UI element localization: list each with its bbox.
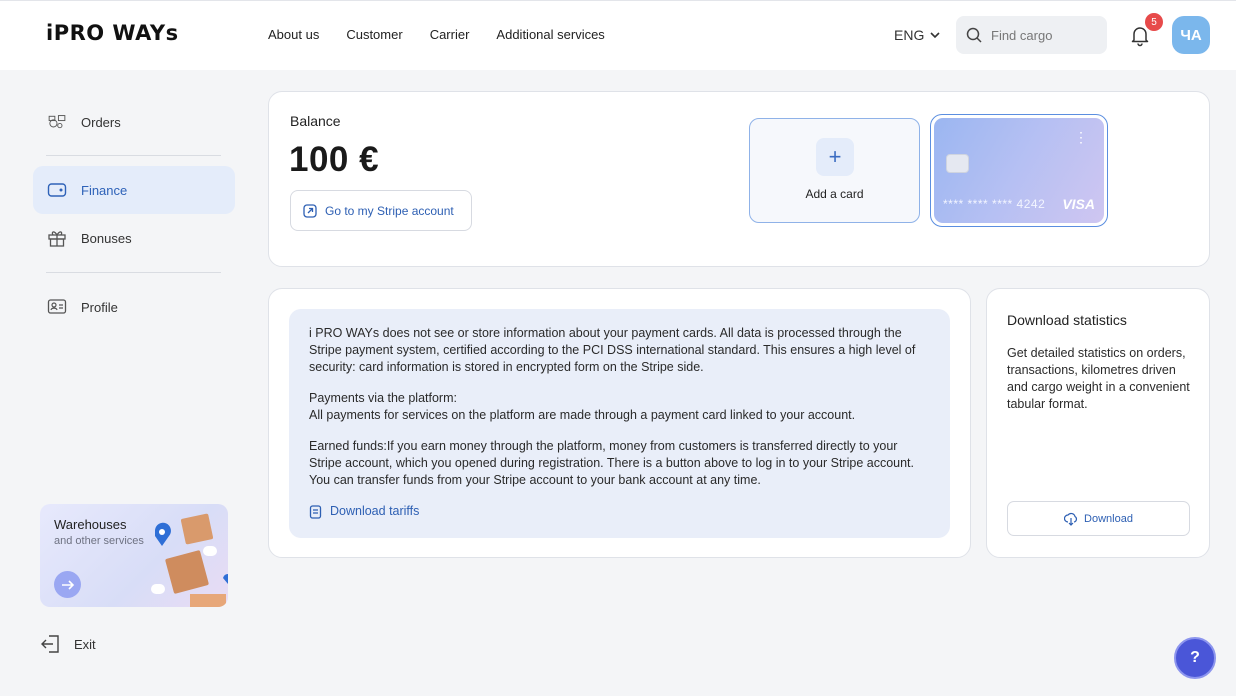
arrow-right-icon [54,571,81,598]
logo[interactable]: iPRO WAYs [46,21,179,45]
exit-label: Exit [74,636,96,652]
wallet-icon [47,180,67,200]
notification-badge: 5 [1145,13,1163,31]
payment-info-card: i PRO WAYs does not see or store informa… [268,288,971,558]
nav-about-us[interactable]: About us [268,27,319,42]
chevron-down-icon [930,32,940,39]
main-nav: About us Customer Carrier Additional ser… [268,27,605,42]
download-label: Download [1084,512,1133,525]
add-card-label: Add a card [805,187,864,201]
stripe-account-button[interactable]: Go to my Stripe account [290,190,472,231]
sidebar-item-label: Profile [81,299,118,315]
search-input[interactable] [991,27,1101,43]
card-face: ⋮ **** **** **** 4242 VISA [934,118,1104,223]
info-heading: Payments via the platform: [309,391,457,405]
info-paragraph: Earned funds:If you earn money through t… [309,439,914,487]
search-box [956,16,1107,54]
add-card-button[interactable]: + Add a card [749,118,920,223]
sidebar-item-orders[interactable]: Orders [33,98,235,146]
balance-value: 100 € [289,140,380,179]
download-statistics-button[interactable]: Download [1007,501,1190,536]
plus-icon: + [816,138,854,176]
language-label: ENG [894,27,925,43]
balance-card: Balance 100 € Go to my Stripe account + … [268,91,1210,267]
nav-additional-services[interactable]: Additional services [496,27,604,42]
language-selector[interactable]: ENG [894,27,942,43]
id-card-icon [47,297,67,317]
sidebar-item-finance[interactable]: Finance [33,166,235,214]
download-tariffs-link[interactable]: Download tariffs [309,503,930,520]
logout-icon [41,635,59,653]
info-paragraph: Payments via the platform: All payments f… [309,390,930,424]
balance-label: Balance [290,113,341,129]
orders-icon [47,112,67,132]
boxes-illustration [151,513,228,607]
sidebar-item-label: Finance [81,182,128,198]
card-number: **** **** **** 4242 [943,197,1046,211]
promo-subtitle: and other services [54,535,144,547]
sidebar-item-bonuses[interactable]: Bonuses [33,214,235,262]
info-paragraph: i PRO WAYs does not see or store informa… [309,326,916,374]
info-line: All payments for services on the platfor… [309,408,856,422]
external-link-icon [303,203,317,218]
sidebar-divider [46,272,221,273]
nav-carrier[interactable]: Carrier [430,27,470,42]
card-chip-icon [946,154,969,173]
sidebar-divider [46,155,221,156]
sidebar-item-profile[interactable]: Profile [33,283,235,331]
nav-customer[interactable]: Customer [346,27,402,42]
help-button[interactable]: ? [1174,637,1216,679]
payment-info-panel: i PRO WAYs does not see or store informa… [289,309,950,538]
cloud-download-icon [1064,512,1078,526]
sidebar-item-label: Bonuses [81,230,132,246]
avatar[interactable]: ЧА [1172,16,1210,54]
stripe-button-label: Go to my Stripe account [325,203,454,218]
sidebar-item-label: Orders [81,114,121,130]
gift-icon [47,228,67,248]
visa-logo: VISA [1062,196,1095,212]
document-icon [309,504,322,519]
payment-card[interactable]: ⋮ **** **** **** 4242 VISA [930,114,1108,227]
tariffs-label: Download tariffs [330,504,420,518]
top-header: iPRO WAYs About us Customer Carrier Addi… [0,0,1236,70]
more-options-icon[interactable]: ⋮ [1074,130,1088,144]
statistics-card: Download statistics Get detailed statist… [986,288,1210,558]
statistics-title: Download statistics [1007,312,1127,328]
statistics-description: Get detailed statistics on orders, trans… [1007,346,1190,411]
search-icon [966,27,982,43]
exit-button[interactable]: Exit [40,634,96,654]
promo-title: Warehouses [54,517,127,532]
warehouses-promo[interactable]: Warehouses and other services [40,504,228,607]
